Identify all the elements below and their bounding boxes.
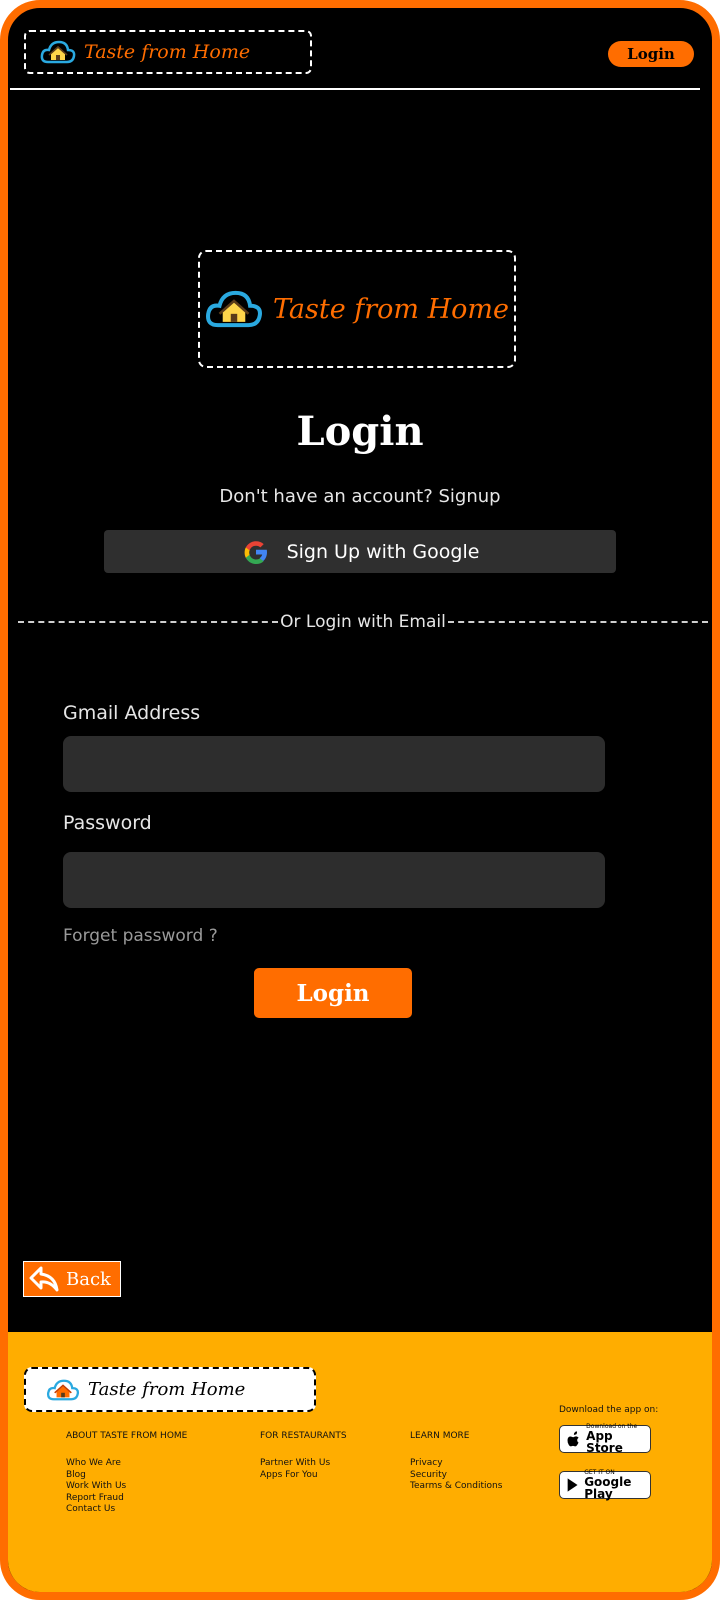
google-play-text: GET IT ON Google Play xyxy=(584,1470,650,1501)
password-field[interactable] xyxy=(63,852,605,908)
footer-link[interactable]: Security xyxy=(410,1470,502,1482)
google-signup-button[interactable]: Sign Up with Google xyxy=(104,530,616,573)
back-arrow-icon xyxy=(29,1266,59,1292)
main-brand-name: Taste from Home xyxy=(273,293,509,325)
footer-link[interactable]: Contact Us xyxy=(66,1504,187,1516)
footer-column-heading: LEARN MORE xyxy=(410,1431,470,1441)
footer-link[interactable]: Tearms & Conditions xyxy=(410,1481,502,1493)
footer-link[interactable]: Blog xyxy=(66,1470,187,1482)
footer-brand-name: Taste from Home xyxy=(88,1379,246,1400)
cloud-house-icon xyxy=(206,290,262,328)
divider-text: Or Login with Email xyxy=(280,612,446,632)
divider-line-left xyxy=(18,621,279,623)
download-app-label: Download the app on: xyxy=(559,1405,659,1415)
password-label: Password xyxy=(63,812,152,834)
main-logo: Taste from Home xyxy=(198,250,516,368)
footer-logo[interactable]: Taste from Home xyxy=(24,1367,316,1412)
back-button[interactable]: Back xyxy=(23,1261,121,1297)
header-logo[interactable]: Taste from Home xyxy=(24,30,312,74)
login-button[interactable]: Login xyxy=(254,968,412,1018)
signup-link[interactable]: Don't have an account? Signup xyxy=(8,486,712,507)
email-field[interactable] xyxy=(63,736,605,792)
page-title: Login xyxy=(296,408,424,455)
footer-column-heading: FOR RESTAURANTS xyxy=(260,1431,347,1441)
header-divider xyxy=(10,88,700,90)
back-button-label: Back xyxy=(66,1268,111,1290)
app-store-text: Download on the App Store xyxy=(586,1424,650,1455)
footer-column-about: ABOUT TASTE FROM HOME Who We Are Blog Wo… xyxy=(66,1431,187,1516)
footer-link[interactable]: Apps For You xyxy=(260,1470,347,1482)
header-brand-name: Taste from Home xyxy=(84,41,251,63)
forgot-password-link[interactable]: Forget password ? xyxy=(63,926,218,946)
header-login-button[interactable]: Login xyxy=(608,41,694,67)
google-play-big: Google Play xyxy=(584,1475,632,1501)
footer: Taste from Home ABOUT TASTE FROM HOME Wh… xyxy=(8,1332,712,1592)
app-store-badge[interactable]: Download on the App Store xyxy=(559,1424,651,1455)
footer-column-heading: ABOUT TASTE FROM HOME xyxy=(66,1431,188,1441)
footer-column-learn-more: LEARN MORE Privacy Security Tearms & Con… xyxy=(410,1431,502,1493)
apple-icon xyxy=(567,1431,579,1447)
footer-link[interactable]: Work With Us xyxy=(66,1481,187,1493)
cloud-house-icon xyxy=(46,1379,80,1400)
app-store-big: App Store xyxy=(586,1429,623,1455)
google-play-badge[interactable]: GET IT ON Google Play xyxy=(559,1470,651,1501)
footer-link[interactable]: Privacy xyxy=(410,1458,502,1470)
google-button-label: Sign Up with Google xyxy=(286,540,480,563)
google-icon xyxy=(244,540,267,564)
footer-link[interactable]: Report Fraud xyxy=(66,1493,187,1505)
email-label: Gmail Address xyxy=(63,702,201,724)
cloud-house-icon xyxy=(40,40,76,64)
play-icon xyxy=(567,1478,578,1492)
footer-column-restaurants: FOR RESTAURANTS Partner With Us Apps For… xyxy=(260,1431,347,1481)
divider-line-right xyxy=(447,621,708,623)
app-frame: Taste from Home Login Taste from Home Lo… xyxy=(0,0,720,1600)
footer-link[interactable]: Who We Are xyxy=(66,1458,187,1470)
footer-link[interactable]: Partner With Us xyxy=(260,1458,347,1470)
email-divider: Or Login with Email xyxy=(18,612,708,632)
